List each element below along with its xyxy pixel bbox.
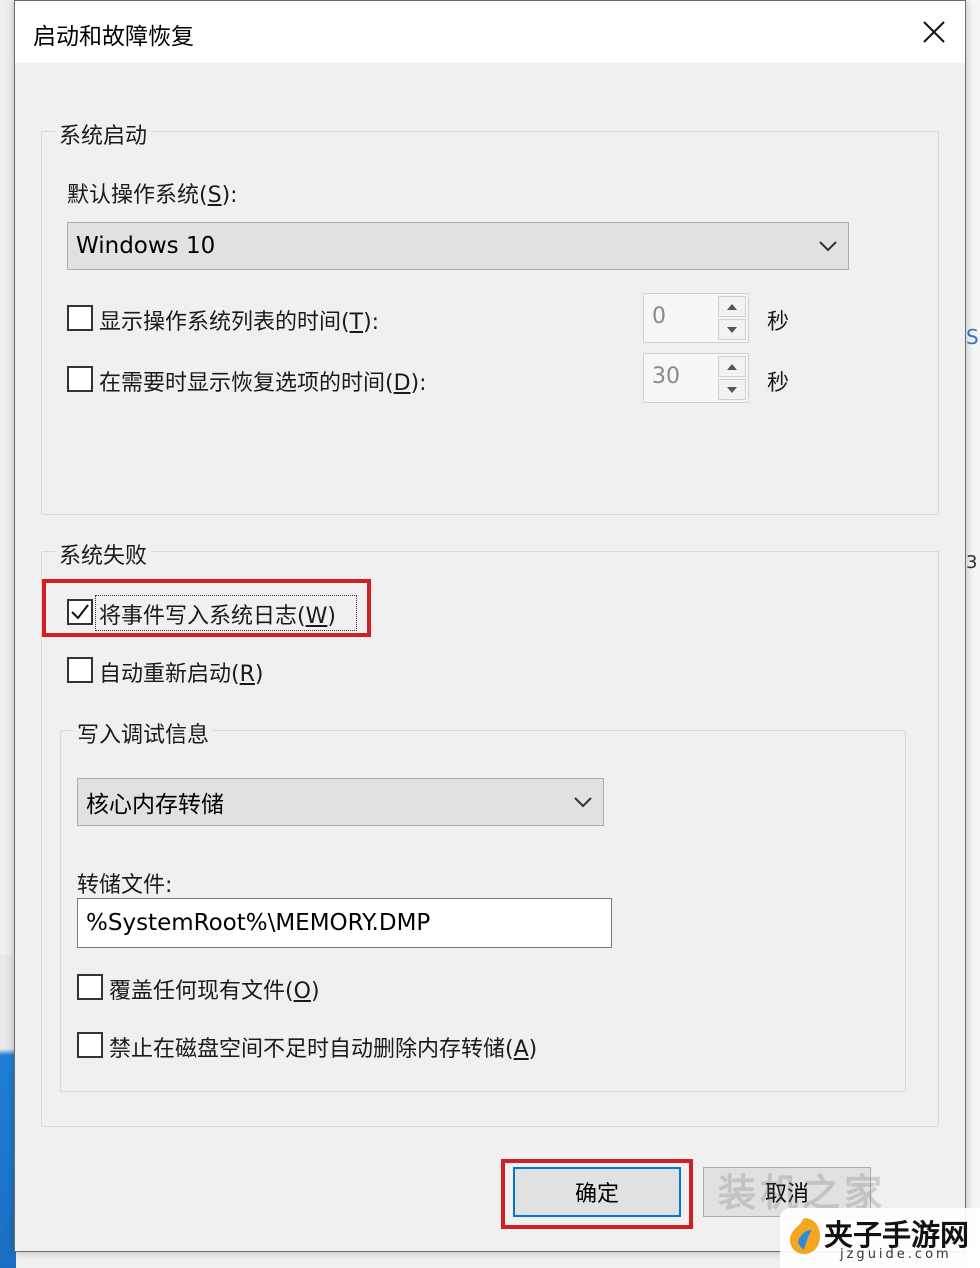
spin-down-button[interactable] <box>718 319 746 340</box>
auto-restart-checkbox[interactable] <box>67 657 93 683</box>
default-os-dropdown[interactable]: Windows 10 <box>67 222 849 270</box>
show-recovery-value: 30 <box>652 364 680 389</box>
write-event-label: 将事件写入系统日志(W) <box>99 604 336 629</box>
window-title: 启动和故障恢复 <box>33 24 194 50</box>
debug-info-label: 写入调试信息 <box>73 717 214 749</box>
show-recovery-unit: 秒 <box>767 371 790 396</box>
ok-button-label: 确定 <box>574 1182 619 1207</box>
show-recovery-label: 在需要时显示恢复选项的时间(D): <box>99 371 427 396</box>
spin-up-icon <box>727 303 737 310</box>
spin-down-button[interactable] <box>718 379 746 400</box>
startup-recovery-dialog: 启动和故障恢复 系统启动 默认操作系统(S): Windows 10 显示操作系… <box>14 0 966 1252</box>
auto-restart-label: 自动重新启动(R) <box>99 662 264 687</box>
show-os-list-label: 显示操作系统列表的时间(T): <box>99 310 380 335</box>
show-os-list-checkbox[interactable] <box>67 305 93 331</box>
brand-url: jzguide.com <box>840 1247 952 1262</box>
default-os-label: 默认操作系统(S): <box>67 183 238 208</box>
checkmark-icon <box>71 604 89 620</box>
brand-logo-icon <box>790 1218 820 1254</box>
background-glyph: S <box>966 325 979 349</box>
system-startup-label: 系统启动 <box>55 118 152 150</box>
close-icon <box>923 21 945 43</box>
dump-type-dropdown[interactable]: 核心内存转储 <box>77 778 604 826</box>
spin-down-icon <box>727 326 737 333</box>
show-recovery-checkbox[interactable] <box>67 366 93 392</box>
dump-file-input[interactable]: %SystemRoot%\MEMORY.DMP <box>77 898 612 948</box>
show-os-list-unit: 秒 <box>767 310 790 335</box>
show-os-list-value: 0 <box>652 304 666 329</box>
dump-type-value: 核心内存转储 <box>86 792 224 818</box>
show-os-list-spinner[interactable]: 0 <box>643 293 749 343</box>
disable-auto-delete-checkbox[interactable] <box>77 1032 103 1058</box>
write-event-checkbox[interactable] <box>67 599 93 625</box>
dump-file-value: %SystemRoot%\MEMORY.DMP <box>86 910 431 936</box>
brand-watermark: 夹子手游网 jzguide.com <box>780 1208 980 1268</box>
ok-button[interactable]: 确定 <box>513 1167 681 1217</box>
show-recovery-spinner[interactable]: 30 <box>643 353 749 403</box>
chevron-down-icon <box>819 241 837 252</box>
overwrite-checkbox[interactable] <box>77 974 103 1000</box>
system-failure-label: 系统失败 <box>55 538 152 570</box>
background-window-edge <box>964 0 980 1268</box>
background-glyph: 3 <box>966 552 978 573</box>
spin-up-icon <box>727 363 737 370</box>
close-button[interactable] <box>911 9 957 55</box>
overwrite-label: 覆盖任何现有文件(O) <box>109 979 320 1004</box>
spin-up-button[interactable] <box>718 296 746 317</box>
dump-file-label: 转储文件: <box>77 873 173 898</box>
title-bar[interactable]: 启动和故障恢复 <box>15 1 965 63</box>
spin-up-button[interactable] <box>718 356 746 377</box>
spin-down-icon <box>727 386 737 393</box>
default-os-value: Windows 10 <box>76 233 216 259</box>
disable-auto-delete-label: 禁止在磁盘空间不足时自动删除内存转储(A) <box>109 1037 538 1062</box>
chevron-down-icon <box>574 797 592 808</box>
